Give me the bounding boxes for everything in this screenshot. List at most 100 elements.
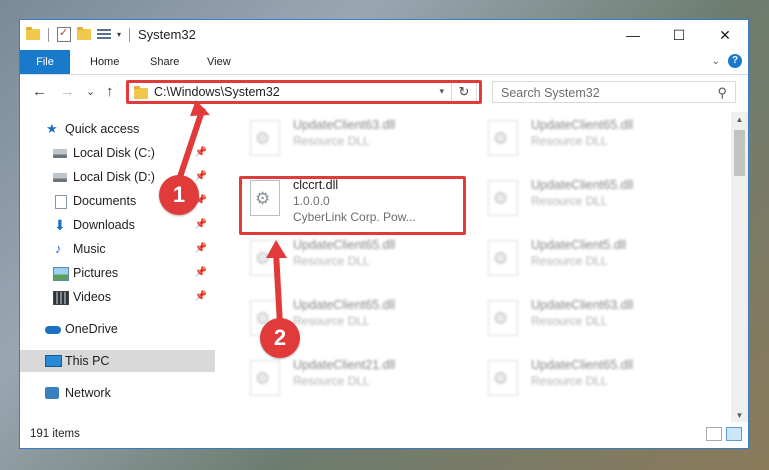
window-title: System32 (138, 27, 196, 42)
nav-item-downloads[interactable]: ⬇ Downloads 📌 (20, 214, 215, 236)
recent-locations-button[interactable]: ⌄ (86, 85, 95, 98)
nav-item-local-disk-c[interactable]: Local Disk (C:) 📌 (20, 142, 215, 164)
tiles-view-icon[interactable] (726, 427, 742, 441)
nav-item-label: Local Disk (C:) (73, 146, 155, 160)
file-highlight-box (239, 176, 466, 235)
nav-item-label: Documents (73, 194, 137, 208)
address-row: ← → ⌄ ↑ C:\Windows\System32 ▾ ↻ Search S… (20, 75, 748, 109)
pin-icon: 📌 (194, 267, 207, 278)
expand-ribbon-icon[interactable]: ⌄ (712, 56, 720, 67)
dll-file-icon (488, 360, 518, 396)
nav-item-music[interactable]: ♪ Music 📌 (20, 238, 215, 260)
file-item[interactable]: UpdateClient65.dll Resource DLL (473, 114, 703, 168)
file-item[interactable]: UpdateClient65.dll Resource DLL (473, 174, 703, 228)
nav-item-this-pc[interactable]: This PC (20, 350, 215, 372)
tab-file[interactable]: File (20, 50, 70, 74)
file-type: Resource DLL (531, 314, 608, 328)
scroll-up-icon[interactable]: ▲ (731, 112, 748, 128)
up-button[interactable]: ↑ (106, 83, 114, 100)
search-placeholder[interactable]: Search System32 (501, 86, 600, 100)
pin-icon: 📌 (194, 219, 207, 230)
ribbon-right-controls: ⌄ ? (712, 54, 742, 68)
file-name: UpdateClient65.dll (531, 118, 634, 132)
nav-item-label: Local Disk (D:) (73, 170, 155, 184)
window-controls: — ☐ ✕ (610, 20, 748, 50)
search-box[interactable]: Search System32 ⚲ (492, 81, 736, 103)
file-name: UpdateClient65.dll (293, 298, 396, 312)
file-name: UpdateClient21.dll (293, 358, 396, 372)
status-bar: 191 items (20, 422, 748, 448)
documents-icon (55, 195, 67, 209)
file-type: Resource DLL (531, 254, 608, 268)
nav-item-label: Videos (73, 290, 111, 304)
customize-toolbar-icon[interactable] (97, 28, 111, 41)
nav-item-onedrive[interactable]: OneDrive (20, 318, 215, 340)
ribbon-tabs: File Home Share View ⌄ ? (20, 50, 748, 75)
file-item[interactable]: UpdateClient63.dll Resource DLL (235, 114, 465, 168)
folder-icon (26, 27, 40, 40)
file-name: UpdateClient65.dll (293, 238, 396, 252)
nav-item-label: OneDrive (65, 322, 118, 336)
vertical-scrollbar[interactable]: ▲ ▼ (731, 112, 748, 424)
nav-item-label: This PC (65, 354, 110, 368)
file-item[interactable]: UpdateClient65.dll Resource DLL (473, 354, 703, 408)
file-item[interactable]: UpdateClient5.dll Resource DLL (473, 234, 703, 288)
nav-item-pictures[interactable]: Pictures 📌 (20, 262, 215, 284)
drive-icon (53, 173, 67, 182)
videos-icon (53, 291, 69, 305)
properties-check-icon[interactable] (57, 26, 71, 42)
nav-item-videos[interactable]: Videos 📌 (20, 286, 215, 308)
file-name: UpdateClient5.dll (531, 238, 627, 252)
minimize-button[interactable]: — (610, 20, 656, 50)
dll-file-icon (250, 360, 280, 396)
tab-share[interactable]: Share (150, 50, 179, 74)
back-button[interactable]: ← (32, 83, 47, 100)
file-list: UpdateClient63.dll Resource DLL UpdateCl… (225, 112, 730, 424)
new-folder-icon[interactable] (77, 27, 91, 40)
maximize-button[interactable]: ☐ (656, 20, 702, 50)
file-item[interactable]: UpdateClient63.dll Resource DLL (473, 294, 703, 348)
nav-item-network[interactable]: Network (20, 382, 215, 404)
file-item[interactable]: UpdateClient21.dll Resource DLL (235, 354, 465, 408)
file-name: UpdateClient65.dll (531, 178, 634, 192)
step-marker-2: 2 (260, 318, 300, 358)
close-button[interactable]: ✕ (702, 20, 748, 50)
star-icon: ★ (46, 121, 58, 136)
dll-file-icon (488, 240, 518, 276)
address-highlight-box (126, 80, 482, 104)
network-icon (45, 387, 59, 399)
file-type: Resource DLL (531, 134, 608, 148)
pin-icon: 📌 (194, 243, 207, 254)
search-icon[interactable]: ⚲ (717, 85, 727, 101)
nav-item-quick-access[interactable]: ★ Quick access (20, 118, 215, 140)
forward-button[interactable]: → (60, 83, 75, 100)
step-marker-1: 1 (159, 175, 199, 215)
scrollbar-thumb[interactable] (734, 130, 745, 176)
chevron-down-icon[interactable]: ▾ (117, 30, 121, 39)
explorer-window: ▾ System32 — ☐ ✕ File Home Share View ⌄ … (19, 19, 749, 449)
file-type: Resource DLL (293, 134, 370, 148)
nav-item-label: Network (65, 386, 111, 400)
pin-icon: 📌 (194, 147, 207, 158)
tab-home[interactable]: Home (90, 50, 119, 74)
file-name: UpdateClient65.dll (531, 358, 634, 372)
onedrive-icon (45, 326, 61, 334)
details-view-icon[interactable] (706, 427, 722, 441)
dll-file-icon (488, 180, 518, 216)
nav-item-label: Music (73, 242, 106, 256)
divider (129, 27, 131, 42)
music-icon: ♪ (55, 241, 62, 256)
quick-access-toolbar: ▾ System32 (26, 26, 196, 42)
tab-view[interactable]: View (207, 50, 231, 74)
file-type: Resource DLL (531, 194, 608, 208)
pictures-icon (53, 267, 69, 281)
downloads-icon: ⬇ (54, 217, 66, 233)
file-type: Resource DLL (293, 374, 370, 388)
this-pc-icon (45, 355, 62, 367)
file-item[interactable]: UpdateClient65.dll Resource DLL (235, 234, 465, 288)
help-icon[interactable]: ? (728, 54, 742, 68)
view-toggle (706, 427, 742, 441)
title-bar: ▾ System32 — ☐ ✕ (20, 20, 748, 50)
nav-item-label: Pictures (73, 266, 119, 280)
navigation-pane: ★ Quick access Local Disk (C:) 📌 Local D… (20, 112, 216, 424)
